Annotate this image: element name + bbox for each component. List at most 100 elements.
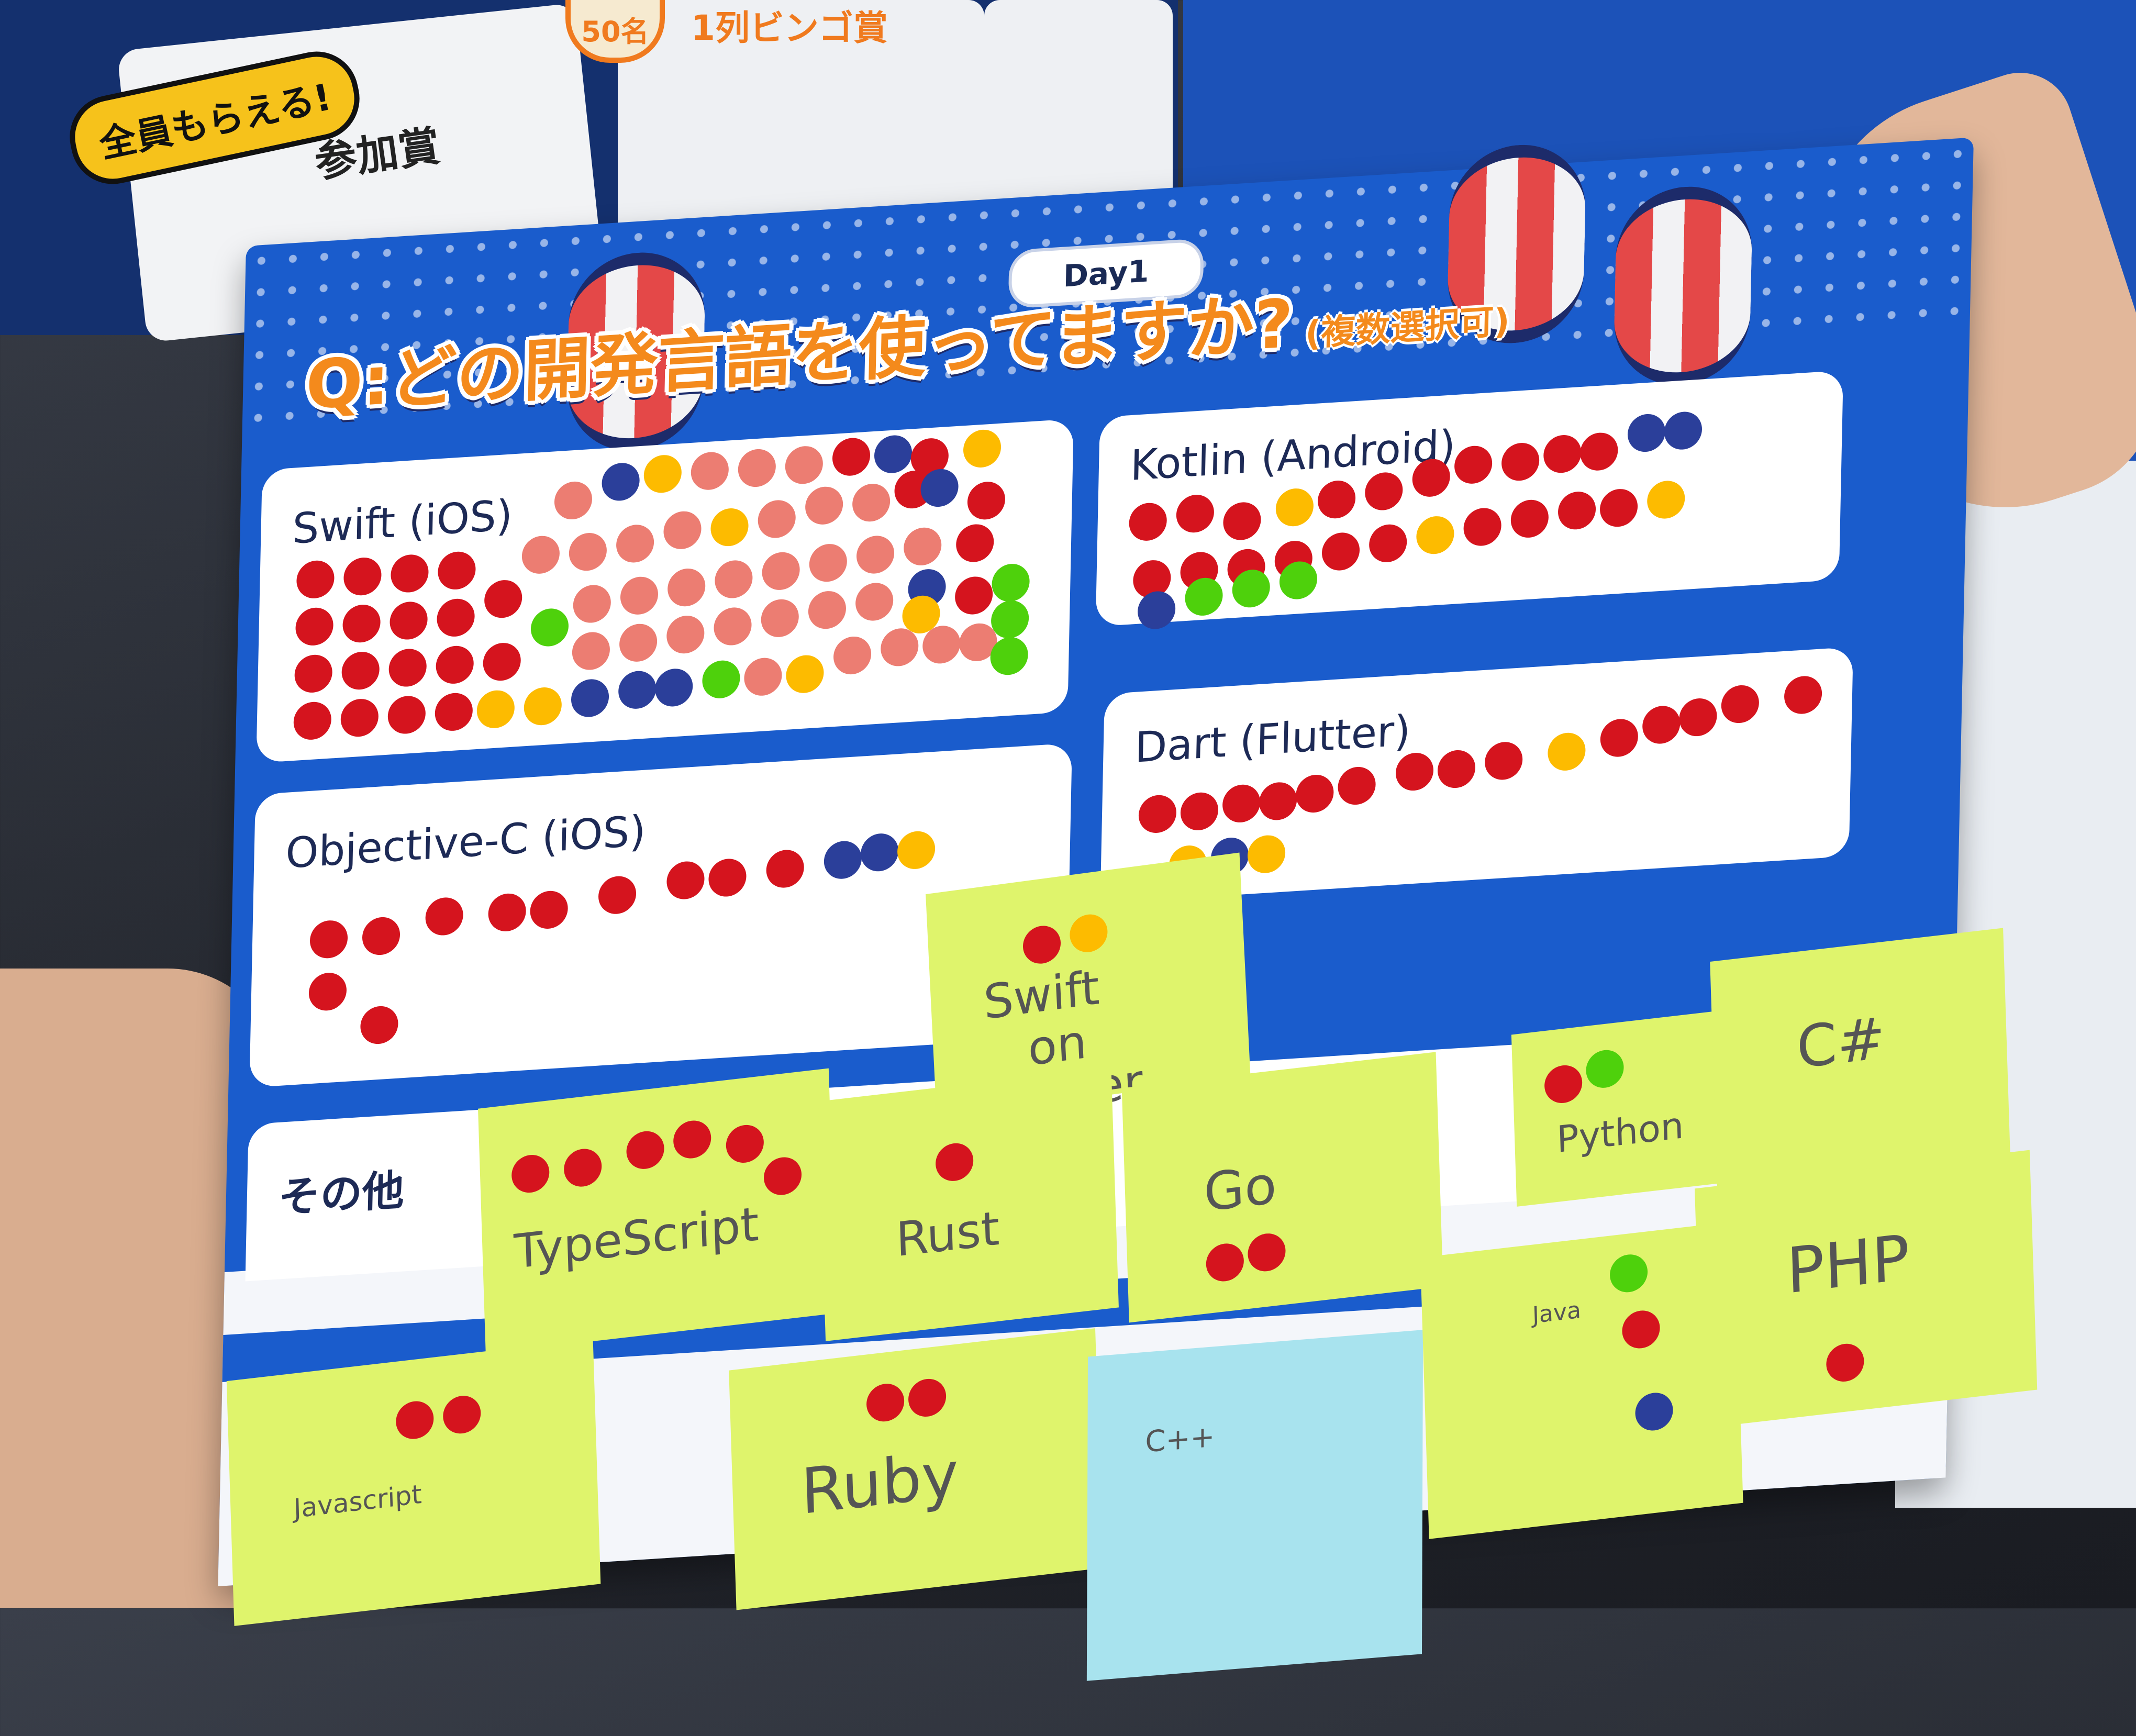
sticker-pink <box>743 656 783 697</box>
sticker-red <box>482 641 521 682</box>
sticker-red <box>708 858 747 898</box>
sticker-red <box>1621 1308 1661 1351</box>
sticker-yellow <box>1646 480 1686 520</box>
panel-kotlin: Kotlin (Android) <box>1095 370 1843 630</box>
sticker-red <box>1544 1063 1583 1105</box>
sticky-note-rust: Rust <box>818 1067 1119 1341</box>
sticker-blue <box>1627 413 1666 453</box>
sticker-red <box>342 603 381 644</box>
sticker-red <box>935 1141 974 1183</box>
note-text-php: PHP <box>1785 1221 1911 1308</box>
sticker-pink <box>738 448 776 488</box>
sticker-red <box>437 550 476 591</box>
sticker-red <box>907 1376 947 1419</box>
sticker-red <box>1721 684 1760 725</box>
sticker-yellow <box>1069 912 1109 955</box>
sticky-note-ruby: Ruby <box>729 1328 1103 1610</box>
sticker-yellow <box>1275 487 1314 528</box>
sticker-red <box>388 648 427 688</box>
sticker-pink <box>663 510 702 551</box>
sticker-red <box>1138 794 1177 834</box>
sticker-red <box>1369 523 1407 564</box>
sticker-red <box>1510 498 1549 539</box>
sticker-blue <box>1664 410 1703 451</box>
sticker-pink <box>569 531 607 572</box>
sticker-red <box>666 860 705 900</box>
note-text-ruby: Ruby <box>799 1438 960 1529</box>
sticker-red <box>954 575 993 616</box>
sticker-yellow <box>524 686 562 727</box>
sticker-red <box>725 1122 764 1165</box>
sticker-red <box>763 1155 803 1197</box>
sticker-pink <box>856 535 895 575</box>
sticker-pink <box>785 445 824 485</box>
note-text-cpp: C++ <box>1145 1419 1215 1460</box>
sticker-red <box>1317 479 1356 520</box>
sticker-blue <box>860 832 899 873</box>
panel-label-other: その他 <box>277 1165 405 1222</box>
sticker-red <box>360 1005 399 1045</box>
sticker-red <box>1259 781 1297 821</box>
sticker-red <box>487 892 527 933</box>
sticker-yellow <box>710 507 749 548</box>
sticker-pink <box>573 584 611 624</box>
sticker-blue <box>654 667 693 708</box>
sticker-red <box>529 889 569 930</box>
sticker-pink <box>620 575 659 616</box>
sticker-pink <box>805 485 843 526</box>
sticker-red <box>1222 783 1261 824</box>
sticker-red <box>765 849 805 889</box>
swift-stickers <box>256 419 1074 763</box>
sticker-red <box>425 896 464 937</box>
sticker-red <box>1411 458 1451 498</box>
sticker-yellow <box>785 654 825 694</box>
sticker-red <box>294 653 333 694</box>
sticker-red <box>1128 502 1167 542</box>
sticky-note-go: Go <box>1121 1052 1443 1323</box>
sticker-red <box>340 697 379 738</box>
sticker-pink <box>855 582 894 622</box>
sticker-red <box>1463 507 1502 547</box>
sticker-red <box>435 644 474 685</box>
sticker-red <box>435 692 473 732</box>
sticky-note-java: Java <box>1420 1221 1743 1539</box>
sticker-red <box>389 600 428 641</box>
sticker-red <box>395 1399 435 1441</box>
sticker-red <box>1543 433 1582 474</box>
sticker-red <box>626 1129 665 1171</box>
note-text-java: Java <box>1532 1296 1582 1329</box>
sticker-green <box>991 562 1030 603</box>
sticker-pink <box>808 589 847 630</box>
sticker-red <box>1205 1241 1244 1284</box>
sticker-yellow <box>963 428 1002 469</box>
sticker-green <box>991 599 1029 640</box>
sticker-blue <box>1634 1390 1674 1433</box>
sticky-note-php: PHP <box>1694 1150 2038 1429</box>
sticker-red <box>1395 751 1434 792</box>
sticker-pink <box>761 551 800 592</box>
sticker-red <box>1558 490 1596 531</box>
booth-bingo-title: 1列ビンゴ賞 <box>691 8 888 48</box>
sticker-blue <box>601 462 640 502</box>
sticker-pink <box>619 622 658 663</box>
kotlin-stickers <box>1096 370 1843 630</box>
sticker-red <box>1295 773 1334 814</box>
sticker-red <box>1678 697 1718 738</box>
sticker-red <box>1321 531 1360 572</box>
sticker-pink <box>666 614 705 655</box>
note-text-python: Python <box>1556 1104 1685 1162</box>
sticker-red <box>865 1382 905 1424</box>
sticker-red <box>1501 441 1540 482</box>
sticker-red <box>511 1153 550 1195</box>
sticker-green <box>1609 1252 1649 1295</box>
sticker-pink <box>554 480 593 521</box>
sticker-red <box>484 578 522 619</box>
sticker-red <box>341 650 380 691</box>
sticker-red <box>387 695 426 735</box>
sticker-red <box>598 875 637 915</box>
sticker-red <box>1437 749 1476 789</box>
sticker-pink <box>667 567 706 608</box>
sticker-red <box>1579 431 1619 472</box>
sticky-note-javascript: Javascript <box>226 1339 601 1626</box>
sticker-red <box>1022 923 1062 966</box>
